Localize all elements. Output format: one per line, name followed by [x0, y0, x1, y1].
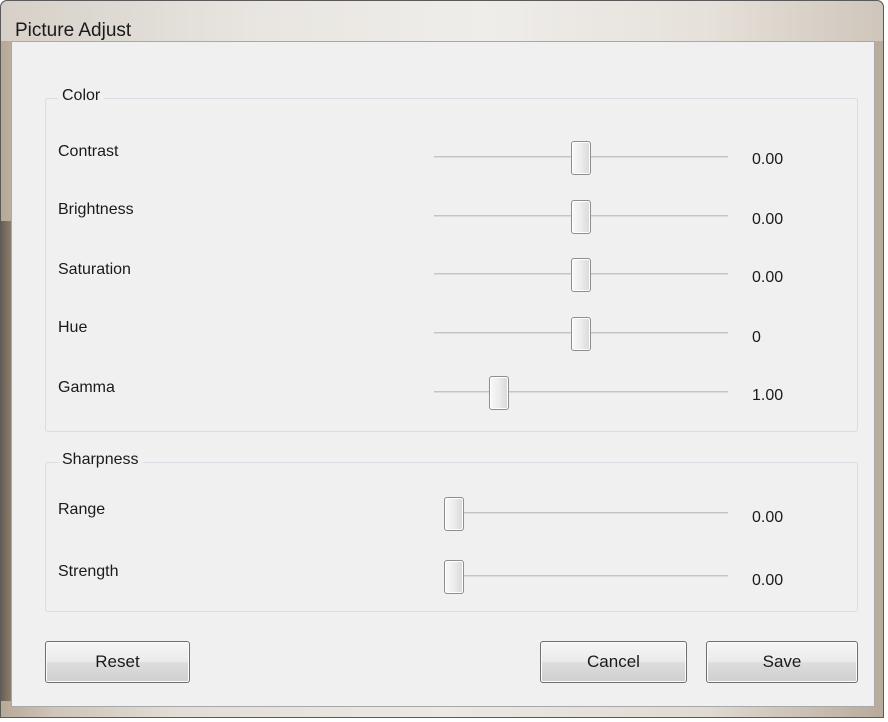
brightness-slider[interactable]	[434, 196, 728, 236]
window-frame-edge	[1, 221, 11, 701]
saturation-slider[interactable]	[434, 254, 728, 294]
range-slider-track	[444, 512, 728, 514]
gamma-slider-thumb[interactable]	[488, 376, 509, 410]
contrast-slider[interactable]	[434, 137, 728, 177]
brightness-label: Brightness	[58, 201, 134, 218]
sharpness-group-legend: Sharpness	[58, 451, 143, 469]
sharpness-group: Sharpness Range 0.00 Strength 0.00	[45, 451, 858, 612]
saturation-label: Saturation	[58, 261, 131, 278]
hue-value: 0	[752, 329, 761, 346]
contrast-slider-thumb[interactable]	[571, 141, 591, 175]
range-slider[interactable]	[444, 493, 728, 533]
brightness-slider-thumb[interactable]	[571, 200, 591, 234]
saturation-value: 0.00	[752, 269, 784, 286]
gamma-value: 1.00	[752, 387, 784, 404]
color-group: Color Contrast 0.00 Brightness 0.00 Satu…	[45, 87, 858, 432]
strength-slider-track	[444, 575, 728, 577]
title-bar[interactable]: Picture Adjust	[1, 1, 883, 41]
window-title: Picture Adjust	[15, 20, 132, 41]
gamma-label: Gamma	[58, 379, 115, 396]
range-slider-thumb[interactable]	[444, 497, 464, 531]
hue-slider[interactable]	[434, 313, 728, 353]
hue-slider-thumb[interactable]	[571, 317, 591, 351]
brightness-value: 0.00	[752, 211, 784, 228]
contrast-value: 0.00	[752, 151, 784, 168]
gamma-slider[interactable]	[434, 372, 728, 412]
range-label: Range	[58, 501, 106, 518]
strength-slider-thumb[interactable]	[444, 560, 464, 594]
color-group-legend: Color	[58, 87, 105, 105]
picture-adjust-window: Picture Adjust Color Contrast 0.00 Brigh…	[0, 0, 884, 718]
dialog-body: Color Contrast 0.00 Brightness 0.00 Satu…	[11, 41, 875, 707]
cancel-button[interactable]: Cancel	[540, 641, 687, 683]
strength-slider[interactable]	[444, 556, 728, 596]
range-value: 0.00	[752, 509, 784, 526]
gamma-slider-track	[434, 391, 728, 393]
saturation-slider-thumb[interactable]	[571, 258, 591, 292]
strength-value: 0.00	[752, 572, 784, 589]
reset-button[interactable]: Reset	[45, 641, 190, 683]
contrast-label: Contrast	[58, 143, 119, 160]
hue-label: Hue	[58, 319, 88, 336]
strength-label: Strength	[58, 563, 119, 580]
save-button[interactable]: Save	[706, 641, 858, 683]
